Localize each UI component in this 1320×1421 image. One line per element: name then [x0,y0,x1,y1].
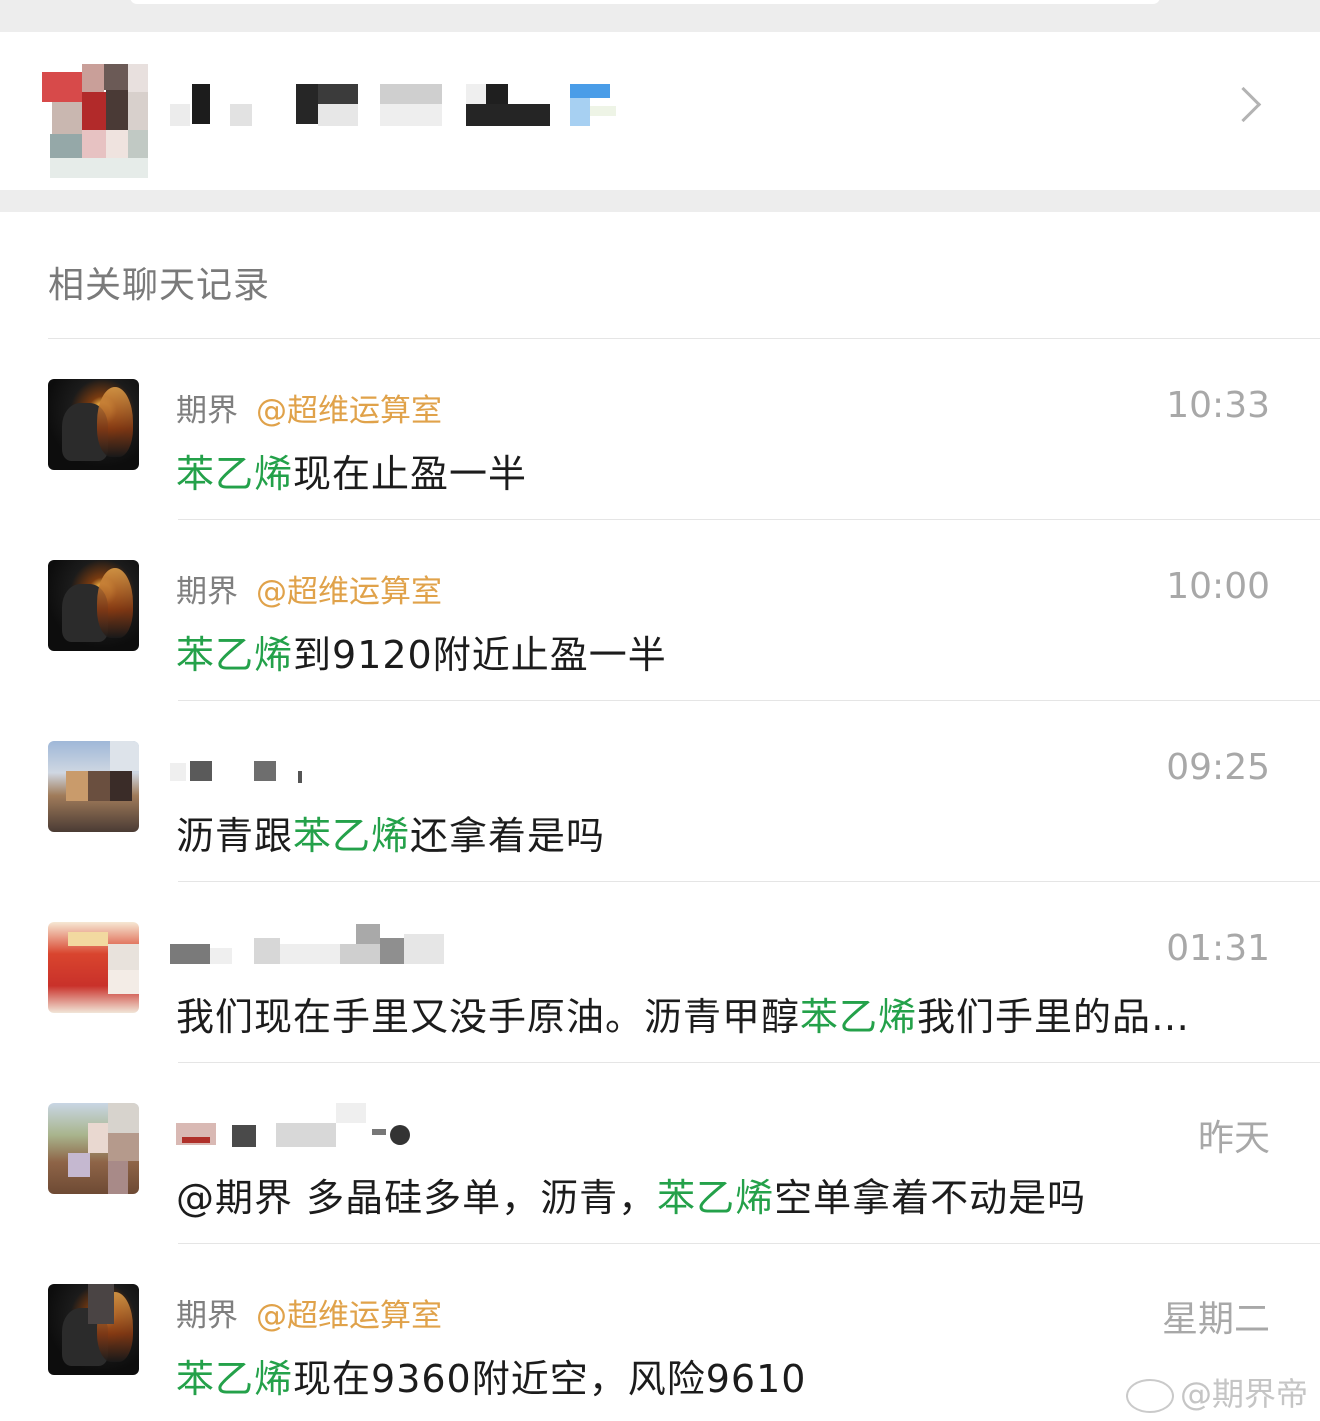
section-gap [0,190,1320,212]
search-bar-area [0,0,1320,32]
flame-icon [97,568,133,638]
weibo-icon [1125,1379,1174,1413]
avatar [48,379,139,470]
message-snippet: 苯乙烯现在止盈一半 [176,443,1276,498]
sender-line: 期界 @超维运算室 [176,566,442,610]
sender-name: 期界 [176,574,238,610]
chat-result-row[interactable]: 期界 @超维运算室 10:00 苯乙烯到9120附近止盈一半 [0,520,1320,701]
message-text-after: 现在止盈一半 [293,452,528,496]
sender-line: 期界 @超维运算室 [176,1290,442,1334]
flame-icon [97,387,133,457]
sender-name-obscured [170,924,450,968]
message-snippet: 我们现在手里又没手原油。沥青甲醇苯乙烯我们手里的品… [176,986,1276,1041]
avatar [48,741,139,832]
avatar [48,922,139,1013]
chat-result-row[interactable]: 09:25 沥青跟苯乙烯还拿着是吗 [0,701,1320,882]
chat-result-row[interactable]: 期界 @超维运算室 10:33 苯乙烯现在止盈一半 [0,339,1320,520]
section-title: 相关聊天记录 [48,265,271,306]
message-text-after: 现在9360附近空，风险9610 [293,1357,807,1401]
mention-tag: @超维运算室 [256,1298,442,1334]
contact-name-obscured [170,84,630,130]
message-snippet: 苯乙烯到9120附近止盈一半 [176,624,1276,679]
search-highlight: 苯乙烯 [800,995,918,1039]
message-text-before: 我们现在手里又没手原油。沥青甲醇 [176,995,801,1039]
message-time: 昨天 [1197,1118,1270,1159]
chat-result-row[interactable]: 01:31 我们现在手里又没手原油。沥青甲醇苯乙烯我们手里的品… [0,882,1320,1063]
message-text-before: 沥青跟 [176,814,294,858]
paw-icon [390,1125,410,1145]
message-snippet: @期界 多晶硅多单，沥青，苯乙烯空单拿着不动是吗 [176,1167,1276,1222]
avatar [48,1284,139,1375]
search-input[interactable] [130,0,1160,4]
chat-result-row[interactable]: 昨天 @期界 多晶硅多单，沥青，苯乙烯空单拿着不动是吗 [0,1063,1320,1244]
message-text-after: 到9120附近止盈一半 [293,633,667,677]
sender-line: 期界 @超维运算室 [176,385,442,429]
message-time: 10:33 [1166,385,1270,426]
chat-results-list: 期界 @超维运算室 10:33 苯乙烯现在止盈一半 期界 @超维运算室 10:00 … [0,339,1320,1421]
search-highlight: 苯乙烯 [657,1176,775,1220]
message-text-before: @期界 多晶硅多单，沥青， [176,1176,658,1220]
message-text-after: 还拿着是吗 [410,814,606,858]
message-time: 10:00 [1166,566,1270,607]
sender-name-obscured [176,1103,416,1151]
message-snippet: 苯乙烯现在9360附近空，风险9610 [176,1348,1276,1403]
sender-name: 期界 [176,1298,238,1334]
avatar [48,1103,139,1194]
mention-tag: @超维运算室 [256,574,442,610]
avatar [48,560,139,651]
sender-name-obscured [170,761,320,787]
message-time: 01:31 [1166,928,1270,969]
chat-result-row[interactable]: 期界 @超维运算室 星期二 苯乙烯现在9360附近空，风险9610 [0,1244,1320,1421]
message-snippet: 沥青跟苯乙烯还拿着是吗 [176,805,1276,860]
mention-tag: @超维运算室 [256,393,442,429]
watermark-text: @期界帝 [1179,1375,1308,1413]
message-text-after: 空单拿着不动是吗 [774,1176,1087,1220]
sender-name: 期界 [176,393,238,429]
contact-avatar [42,64,148,180]
message-time: 09:25 [1166,747,1270,788]
search-highlight: 苯乙烯 [176,452,294,496]
message-time: 星期二 [1161,1299,1270,1340]
watermark: @期界帝 [1125,1369,1308,1415]
contact-result-card[interactable] [0,32,1320,190]
chevron-right-icon[interactable] [1225,86,1262,123]
search-highlight: 苯乙烯 [176,633,294,677]
message-text-after: 我们手里的品… [917,995,1191,1039]
search-highlight: 苯乙烯 [293,814,411,858]
search-highlight: 苯乙烯 [176,1357,294,1401]
search-results-screen: 相关聊天记录 期界 @超维运算室 10:33 苯乙烯现在止盈一半 期界 @超维运… [0,0,1320,1421]
